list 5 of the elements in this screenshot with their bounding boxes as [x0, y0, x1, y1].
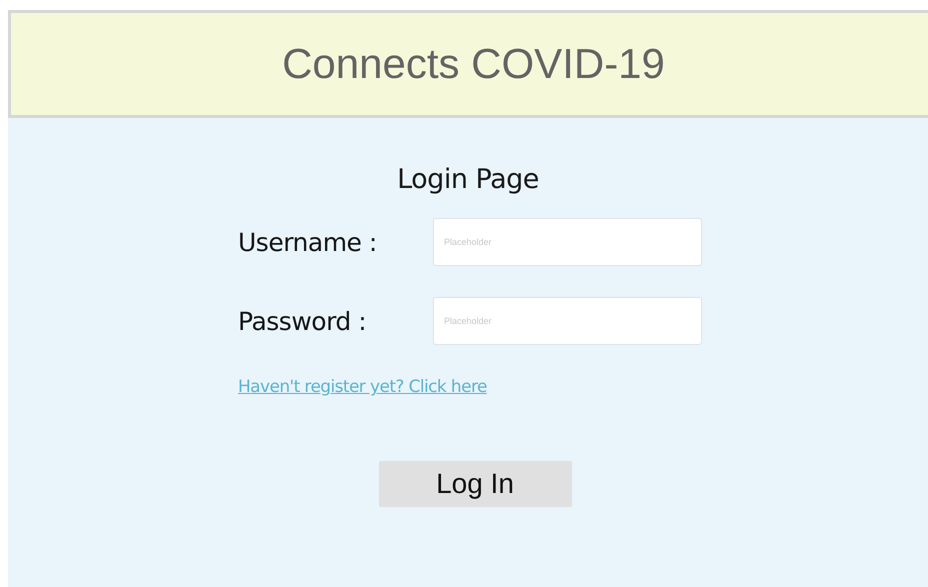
- app-title: Connects COVID-19: [281, 38, 665, 89]
- login-button[interactable]: Log In: [378, 460, 572, 507]
- field-label: Username :: [238, 226, 378, 259]
- page-title: Login Page: [396, 163, 540, 196]
- field-label: Password :: [238, 306, 368, 338]
